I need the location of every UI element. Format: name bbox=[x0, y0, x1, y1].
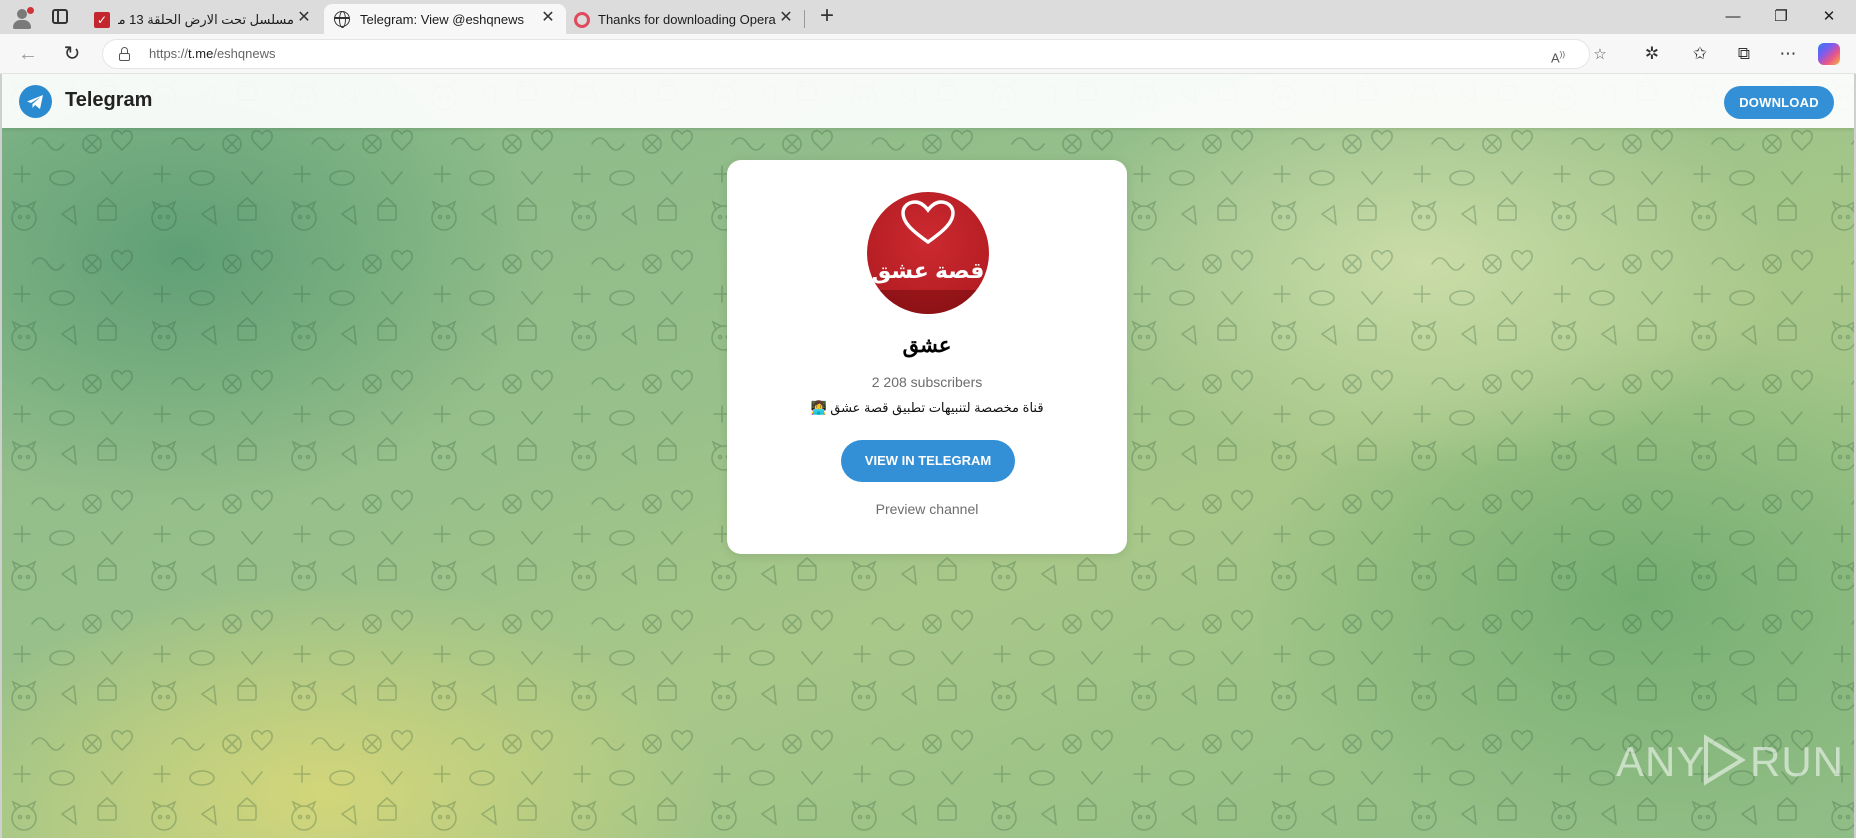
channel-avatar: قصة عشق bbox=[867, 192, 989, 314]
refresh-button[interactable]: ↻ bbox=[60, 42, 84, 66]
back-button[interactable]: ← bbox=[16, 42, 40, 66]
opera-icon bbox=[574, 12, 590, 28]
favorites-icon[interactable]: ✩ bbox=[1688, 42, 1712, 66]
close-tab-icon[interactable]: ✕ bbox=[296, 10, 312, 26]
tab-actions-icon[interactable] bbox=[52, 9, 68, 24]
tab-title: مسلسل تحت الارض الحلقة 13 مترجـ bbox=[118, 12, 294, 27]
minimize-button[interactable]: — bbox=[1722, 6, 1744, 28]
download-button[interactable]: DOWNLOAD bbox=[1724, 86, 1834, 119]
tab-series[interactable]: ✓ مسلسل تحت الارض الحلقة 13 مترجـ ✕ bbox=[86, 4, 322, 34]
telegram-page: Telegram DOWNLOAD قصة عشق عشق 2 208 subs… bbox=[2, 74, 1854, 838]
browser-toolbar: ← ↻ https://t.me/eshqnews A)) ☆ ✲ ✩ ⧉ ⋯ bbox=[0, 34, 1856, 74]
channel-card: قصة عشق عشق 2 208 subscribers قناة مخصصة… bbox=[727, 160, 1127, 554]
telegram-brand[interactable]: Telegram bbox=[65, 89, 152, 112]
tab-divider bbox=[804, 10, 805, 28]
preview-channel-link[interactable]: Preview channel bbox=[727, 501, 1127, 517]
profile-icon[interactable] bbox=[10, 6, 34, 30]
channel-title: عشق bbox=[902, 332, 952, 357]
close-tab-icon[interactable]: ✕ bbox=[540, 10, 556, 26]
subscriber-count: 2 208 subscribers bbox=[871, 374, 983, 390]
new-tab-button[interactable]: + bbox=[814, 4, 840, 30]
url-text[interactable]: https://t.me/eshqnews bbox=[149, 46, 275, 61]
channel-description: قناة مخصصة لتنبيهات تطبيق قصة عشق 👩‍💻 bbox=[810, 400, 1044, 415]
close-tab-icon[interactable]: ✕ bbox=[778, 10, 794, 26]
address-bar[interactable]: https://t.me/eshqnews A)) ☆ bbox=[102, 39, 1607, 69]
copilot-icon[interactable] bbox=[1818, 43, 1840, 65]
globe-icon bbox=[334, 11, 350, 28]
read-aloud-icon[interactable]: A)) bbox=[1547, 44, 1569, 66]
extensions-icon[interactable]: ✲ bbox=[1640, 42, 1664, 66]
red-check-icon: ✓ bbox=[94, 12, 110, 28]
view-in-telegram-button[interactable]: VIEW IN TELEGRAM bbox=[841, 440, 1015, 482]
play-icon bbox=[1704, 734, 1746, 786]
tab-title: Telegram: View @eshqnews bbox=[360, 12, 524, 27]
restore-button[interactable]: ❐ bbox=[1770, 6, 1792, 28]
close-window-button[interactable]: ✕ bbox=[1818, 6, 1840, 28]
telegram-header: Telegram DOWNLOAD bbox=[2, 74, 1854, 128]
tab-strip: ✓ مسلسل تحت الارض الحلقة 13 مترجـ ✕ Tele… bbox=[0, 0, 1856, 34]
window-border-left bbox=[0, 74, 2, 838]
lock-icon[interactable] bbox=[119, 47, 130, 61]
heart-icon bbox=[901, 200, 955, 245]
tab-opera[interactable]: Thanks for downloading Opera ✕ bbox=[566, 4, 804, 34]
collections-icon[interactable]: ⧉ bbox=[1732, 42, 1756, 66]
anyrun-watermark: ANY RUN bbox=[1616, 730, 1843, 790]
avatar-text: قصة عشق bbox=[871, 258, 985, 283]
tab-telegram[interactable]: Telegram: View @eshqnews ✕ bbox=[324, 4, 566, 34]
more-menu-icon[interactable]: ⋯ bbox=[1776, 42, 1800, 66]
telegram-logo-icon[interactable] bbox=[19, 85, 52, 118]
tab-title: Thanks for downloading Opera bbox=[598, 12, 776, 27]
favorite-star-icon[interactable]: ☆ bbox=[1589, 44, 1611, 66]
